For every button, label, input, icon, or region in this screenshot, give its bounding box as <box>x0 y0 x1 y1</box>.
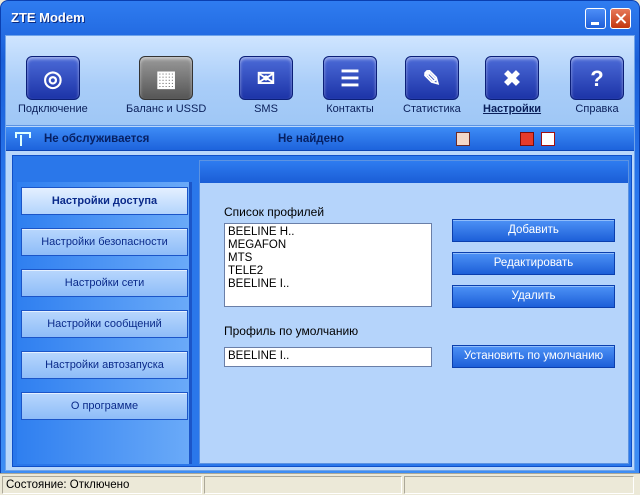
toolbar-label: Подключение <box>18 103 88 115</box>
profile-list[interactable]: BEELINE H.. MEGAFON MTS TELE2 BEELINE I.… <box>224 223 432 307</box>
sidebar-item-security-settings[interactable]: Настройки безопасности <box>21 228 188 256</box>
list-item[interactable]: BEELINE I.. <box>228 278 428 291</box>
toolbar-contacts[interactable]: ☰ Контакты <box>323 56 377 115</box>
toolbar-statistics[interactable]: ✎ Статистика <box>403 56 461 115</box>
set-default-button[interactable]: Установить по умолчанию <box>452 345 615 368</box>
toolbar-connection[interactable]: ◎ Подключение <box>18 56 88 115</box>
question-mark-icon: ? <box>570 56 624 100</box>
list-item[interactable]: BEELINE H.. <box>228 226 428 239</box>
toolbar-label: SMS <box>254 103 278 115</box>
sidebar-item-autorun-settings[interactable]: Настройки автозапуска <box>21 351 188 379</box>
settings-sidebar: Настройки доступа Настройки безопасности… <box>17 182 192 464</box>
title-bar[interactable]: ZTE Modem <box>1 1 639 35</box>
default-profile-label: Профиль по умолчанию <box>224 324 359 338</box>
list-item[interactable]: MTS <box>228 252 428 265</box>
status-cell <box>404 476 634 494</box>
statistics-document-icon: ✎ <box>404 56 459 100</box>
toolbar-label: Контакты <box>326 103 374 115</box>
main-area: ◎ Подключение ▦ Баланс и USSD ✉ SMS ☰ Ко… <box>5 35 635 471</box>
network-status: Не обслуживается <box>44 133 150 145</box>
toolbar-settings[interactable]: ✖ Настройки <box>483 56 541 115</box>
toolbar-label: Статистика <box>403 103 461 115</box>
status-bar: Состояние: Отключено <box>0 473 640 495</box>
delete-profile-button[interactable]: Удалить <box>452 285 615 308</box>
connection-state: Состояние: Отключено <box>2 476 202 494</box>
toolbar-label: Настройки <box>483 103 542 115</box>
toolbar-label: Баланс и USSD <box>126 103 207 115</box>
minimize-button[interactable] <box>585 8 606 29</box>
list-item[interactable]: MEGAFON <box>228 239 428 252</box>
close-button[interactable] <box>610 8 631 29</box>
device-status: Не найдено <box>278 133 344 145</box>
app-window: ZTE Modem ◎ Подключение ▦ Баланс и USSD … <box>0 0 640 495</box>
sidebar-item-about[interactable]: О программе <box>21 392 188 420</box>
edit-profile-button[interactable]: Редактировать <box>452 252 615 275</box>
signal-antenna-icon <box>14 131 31 147</box>
connection-globe-icon: ◎ <box>25 56 80 100</box>
profile-list-label: Список профилей <box>224 205 325 219</box>
toolbar-sms[interactable]: ✉ SMS <box>239 56 293 115</box>
default-profile-field[interactable]: BEELINE I.. <box>224 347 432 367</box>
exit-icon[interactable] <box>520 132 534 146</box>
add-profile-button[interactable]: Добавить <box>452 219 615 242</box>
sidebar-item-network-settings[interactable]: Настройки сети <box>21 269 188 297</box>
toolbar: ◎ Подключение ▦ Баланс и USSD ✉ SMS ☰ Ко… <box>6 36 634 126</box>
sidebar-item-access-settings[interactable]: Настройки доступа <box>21 187 188 215</box>
connection-status-strip: Не обслуживается Не найдено <box>6 127 634 151</box>
list-item[interactable]: TELE2 <box>228 265 428 278</box>
mail-icon[interactable] <box>541 132 555 146</box>
access-settings-panel: Список профилей BEELINE H.. MEGAFON MTS … <box>199 160 629 464</box>
window-title: ZTE Modem <box>11 10 85 25</box>
tools-wrench-icon: ✖ <box>485 56 540 100</box>
sim-card-icon: ▦ <box>139 56 194 100</box>
envelope-icon: ✉ <box>239 56 293 100</box>
address-book-icon: ☰ <box>323 56 377 100</box>
toolbar-help[interactable]: ? Справка <box>570 56 624 115</box>
toolbar-balance-ussd[interactable]: ▦ Баланс и USSD <box>126 56 206 115</box>
key-lock-icon[interactable] <box>456 132 470 146</box>
status-cell <box>204 476 402 494</box>
toolbar-label: Справка <box>575 103 619 115</box>
panel-header <box>200 161 628 183</box>
sidebar-item-message-settings[interactable]: Настройки сообщений <box>21 310 188 338</box>
settings-content: Настройки доступа Настройки безопасности… <box>12 155 632 467</box>
